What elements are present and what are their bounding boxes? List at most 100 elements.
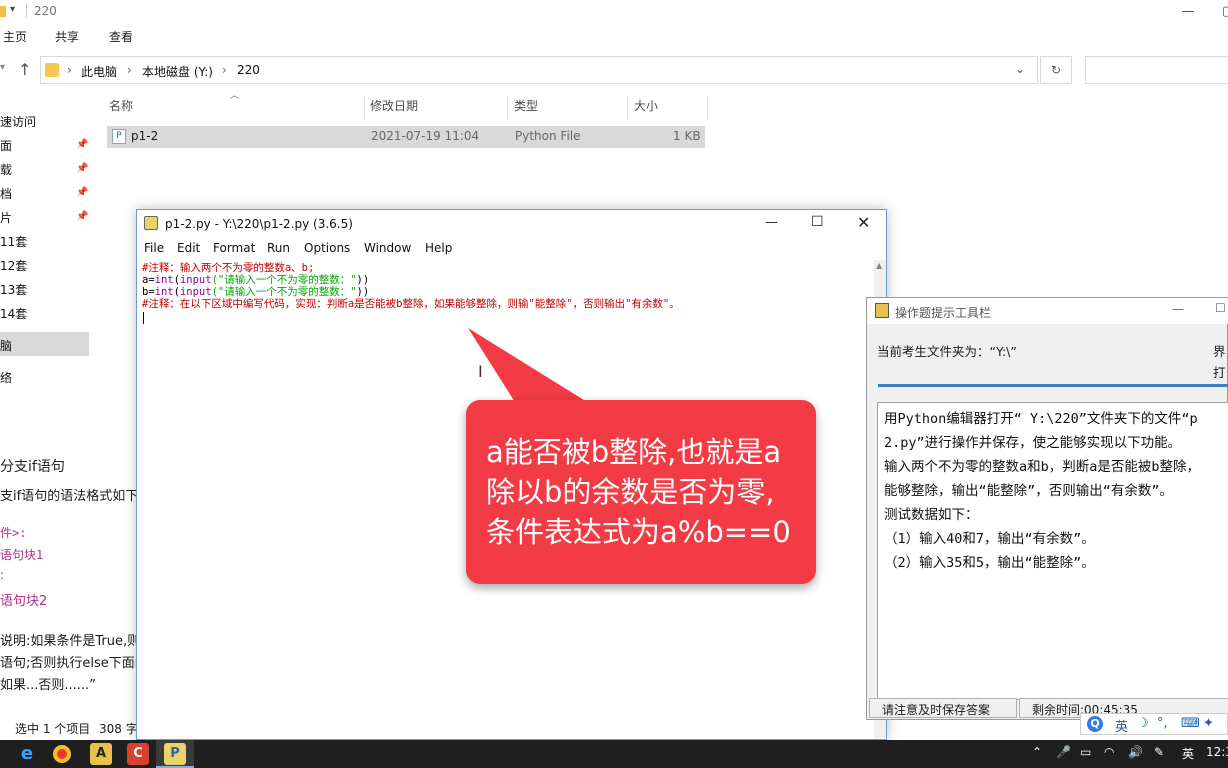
- punctuation-icon[interactable]: °,: [1157, 716, 1168, 731]
- status-selected: 选中 1 个项目: [15, 722, 91, 736]
- windows-start-icon[interactable]: [0, 743, 6, 765]
- nav-desktop[interactable]: 面: [0, 137, 12, 154]
- menu-format[interactable]: Format: [213, 241, 255, 255]
- menu-run[interactable]: Run: [267, 241, 290, 255]
- breadcrumb-separator: ›: [222, 63, 227, 77]
- maximize-button[interactable]: ☐: [1215, 301, 1226, 315]
- code-token: a=: [142, 274, 155, 286]
- ime-language[interactable]: 英: [1115, 716, 1128, 735]
- chrome-icon[interactable]: [53, 745, 71, 763]
- nav-set-11[interactable]: 11套: [0, 233, 27, 250]
- refresh-button[interactable]: ↻: [1040, 56, 1072, 84]
- progress-line: [878, 384, 1228, 387]
- menu-options[interactable]: Options: [304, 241, 350, 255]
- recent-dropdown-icon[interactable]: ▾: [0, 62, 5, 73]
- nav-this-pc-highlight[interactable]: [0, 332, 89, 356]
- doc-code-line: 件>:: [0, 526, 27, 540]
- breadcrumb-separator: ›: [127, 63, 132, 77]
- task-line-5: 测试数据如下：: [884, 507, 979, 523]
- clock[interactable]: 12:3: [1206, 745, 1228, 759]
- battery-icon[interactable]: ▭: [1080, 745, 1091, 759]
- restore-button[interactable]: ▢: [1208, 0, 1228, 24]
- moon-icon[interactable]: ☽: [1137, 716, 1149, 731]
- open-button-text[interactable]: 打: [1213, 362, 1226, 381]
- minimize-button[interactable]: —: [1168, 0, 1208, 24]
- column-date[interactable]: 修改日期: [366, 98, 508, 120]
- pen-icon[interactable]: ✎: [1154, 745, 1164, 759]
- windows-taskbar: e A C P ⌃ 🎤 ▭ ◠ 🔊 ✎ 英 12:3: [0, 740, 1228, 768]
- interface-button-text[interactable]: 界: [1213, 341, 1226, 360]
- navigation-pane: 速访问 面 📌 载 📌 档 📌 片 📌 11套 12套 13套 14套 脑 络: [0, 100, 90, 450]
- microphone-icon[interactable]: 🎤: [1056, 745, 1071, 759]
- wifi-icon[interactable]: ◠: [1104, 745, 1114, 759]
- callout-line-2: 除以b的余数是否为零,: [486, 475, 775, 509]
- presentation-app-icon[interactable]: C: [127, 743, 149, 765]
- nav-network[interactable]: 络: [0, 369, 12, 386]
- nav-documents[interactable]: 档: [0, 185, 12, 202]
- doc-code-line: 语句块2: [0, 594, 48, 609]
- doc-code-line: :: [0, 568, 5, 582]
- scroll-up-icon[interactable]: ▲: [876, 261, 882, 270]
- task-description: 用Python编辑器打开“ Y:\220”文件夹下的文件“p 2.py”进行操作…: [877, 402, 1228, 700]
- nav-set-12[interactable]: 12套: [0, 257, 27, 274]
- column-size[interactable]: 大小: [630, 98, 708, 120]
- menu-file[interactable]: File: [144, 241, 164, 255]
- menu-help[interactable]: Help: [425, 241, 452, 255]
- keyboard-icon[interactable]: ⌨: [1181, 716, 1200, 731]
- skin-icon[interactable]: ✦: [1203, 716, 1214, 731]
- search-input[interactable]: [1085, 56, 1228, 84]
- up-arrow-icon[interactable]: ↑: [18, 60, 31, 79]
- column-type[interactable]: 类型: [510, 98, 628, 120]
- code-token: b=: [142, 286, 155, 298]
- nav-set-13[interactable]: 13套: [0, 281, 27, 298]
- file-explorer-icon[interactable]: A: [90, 743, 112, 765]
- nav-set-14[interactable]: 14套: [0, 305, 27, 322]
- task-line-7: （2）输入35和5，输出“能整除”。: [884, 555, 1095, 571]
- task-line-3: 输入两个不为零的整数a和b，判断a是否能被b整除，: [884, 459, 1201, 475]
- tab-share[interactable]: 共享: [55, 28, 79, 45]
- python-file-icon: P: [112, 129, 126, 144]
- column-name[interactable]: 名称: [105, 98, 365, 120]
- quick-access-dropdown-icon[interactable]: ▾: [10, 4, 15, 15]
- idle-title-bar: p1-2.py - Y:\220\p1-2.py (3.6.5) — ☐ ✕: [137, 210, 886, 238]
- nav-quick-access[interactable]: 速访问: [0, 113, 36, 130]
- nav-pictures[interactable]: 片: [0, 209, 12, 226]
- show-hidden-icons[interactable]: ⌃: [1032, 745, 1042, 759]
- ime-toolbar[interactable]: Q 英 ☽ °, ⌨ ✦: [1080, 713, 1228, 735]
- volume-icon[interactable]: 🔊: [1128, 745, 1143, 759]
- toolbar-app-icon: [875, 303, 889, 318]
- maximize-button[interactable]: ☐: [811, 214, 824, 230]
- breadcrumb-local-disk[interactable]: 本地磁盘 (Y:): [142, 63, 213, 80]
- python-icon: [144, 216, 158, 230]
- text-cursor-icon: I: [478, 362, 483, 381]
- file-name: p1-2: [131, 129, 159, 143]
- breadcrumb-220[interactable]: 220: [237, 63, 260, 77]
- doc-line: 支if语句的语法格式如下:: [0, 489, 143, 504]
- code-token: input: [179, 274, 212, 286]
- breadcrumb-this-pc[interactable]: 此电脑: [81, 63, 117, 80]
- file-size: 1 KB: [673, 129, 701, 143]
- minimize-button[interactable]: —: [1172, 302, 1184, 316]
- input-language[interactable]: 英: [1182, 745, 1194, 762]
- menu-window[interactable]: Window: [364, 241, 411, 255]
- menu-edit[interactable]: Edit: [177, 241, 200, 255]
- python-idle-icon[interactable]: P: [164, 743, 186, 765]
- file-row-p1-2[interactable]: P p1-2 2021-07-19 11:04 Python File 1 KB: [107, 126, 705, 148]
- tab-home[interactable]: 主页: [3, 28, 27, 45]
- tab-view[interactable]: 查看: [109, 28, 133, 45]
- pin-icon: 📌: [76, 139, 89, 150]
- chevron-down-icon[interactable]: ⌄: [1015, 62, 1025, 76]
- nav-downloads[interactable]: 载: [0, 161, 12, 178]
- pin-icon: 📌: [76, 163, 89, 174]
- task-line-1: 用Python编辑器打开“ Y:\220”文件夹下的文件“p: [884, 411, 1198, 427]
- refresh-icon: ↻: [1050, 63, 1062, 77]
- close-button[interactable]: ✕: [857, 213, 870, 232]
- address-bar[interactable]: › 此电脑 › 本地磁盘 (Y:) › 220 ⌄: [40, 56, 1038, 84]
- folder-label: 当前考生文件夹为：“Y:\”: [877, 344, 1017, 359]
- minimize-button[interactable]: —: [765, 215, 778, 230]
- edge-browser-icon[interactable]: e: [16, 743, 38, 765]
- code-token: )): [356, 286, 370, 298]
- code-token: ("请输入一个不为零的整数：": [211, 286, 357, 298]
- ime-logo-icon[interactable]: Q: [1087, 716, 1103, 732]
- nav-this-pc[interactable]: 脑: [0, 337, 12, 354]
